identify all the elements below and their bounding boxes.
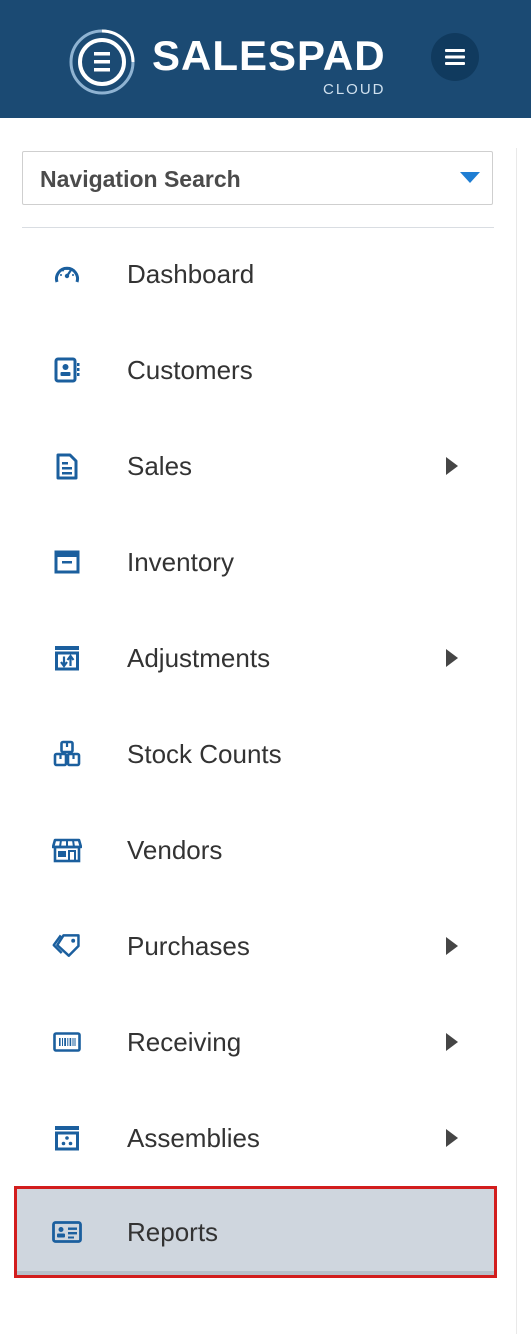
contact-card-icon xyxy=(52,355,82,385)
sidebar-item-stock-counts[interactable]: Stock Counts xyxy=(14,708,497,800)
sidebar-item-label: Reports xyxy=(127,1217,219,1247)
stacked-boxes-icon xyxy=(52,739,82,769)
tag-icon xyxy=(52,931,82,961)
gauge-icon xyxy=(52,259,82,289)
sidebar-item-dashboard[interactable]: Dashboard xyxy=(14,228,497,320)
storefront-icon xyxy=(52,835,82,865)
navigation-search-select[interactable]: Navigation Search xyxy=(22,151,493,205)
report-card-icon xyxy=(52,1217,82,1247)
sidebar-item-customers[interactable]: Customers xyxy=(14,324,497,416)
barcode-icon xyxy=(52,1027,82,1057)
brand-name: SALESPAD xyxy=(152,32,386,79)
sidebar-item-assemblies[interactable]: Assemblies xyxy=(14,1092,497,1184)
top-bar: SALESPAD ™ CLOUD xyxy=(0,0,531,118)
sidebar-item-receiving[interactable]: Receiving xyxy=(14,996,497,1088)
navigation-search-placeholder: Navigation Search xyxy=(40,166,241,192)
sidebar-item-label: Assemblies xyxy=(127,1123,260,1153)
assembly-box-icon xyxy=(52,1123,82,1153)
sidebar-item-label: Adjustments xyxy=(127,643,271,673)
caret-down-icon[interactable] xyxy=(460,172,480,183)
sidebar-item-label: Vendors xyxy=(127,835,223,865)
submenu-arrow-icon xyxy=(446,649,458,667)
salespad-logo-icon xyxy=(69,29,135,95)
sidebar-item-label: Stock Counts xyxy=(127,739,282,769)
hamburger-menu-button[interactable] xyxy=(431,33,479,81)
sidebar-item-adjustments[interactable]: Adjustments xyxy=(14,612,497,704)
sidebar-border xyxy=(516,148,517,1334)
sidebar-item-purchases[interactable]: Purchases xyxy=(14,900,497,992)
archive-box-icon xyxy=(52,547,82,577)
sidebar-item-label: Customers xyxy=(127,355,253,385)
sidebar-item-label: Purchases xyxy=(127,931,250,961)
adjust-arrows-icon xyxy=(52,643,82,673)
sidebar-item-vendors[interactable]: Vendors xyxy=(14,804,497,896)
submenu-arrow-icon xyxy=(446,937,458,955)
sidebar-item-reports[interactable]: Reports xyxy=(14,1186,497,1278)
submenu-arrow-icon xyxy=(446,1033,458,1051)
sidebar-item-label: Receiving xyxy=(127,1027,242,1057)
sidebar-item-label: Inventory xyxy=(127,547,234,577)
submenu-arrow-icon xyxy=(446,1129,458,1147)
brand-subtitle: CLOUD xyxy=(323,81,386,98)
submenu-arrow-icon xyxy=(446,457,458,475)
sidebar-item-inventory[interactable]: Inventory xyxy=(14,516,497,608)
hamburger-icon xyxy=(445,49,465,65)
sidebar-item-label: Dashboard xyxy=(127,259,255,289)
sidebar-item-label: Sales xyxy=(127,451,193,481)
sidebar-item-sales[interactable]: Sales xyxy=(14,420,497,512)
document-icon xyxy=(52,451,82,481)
